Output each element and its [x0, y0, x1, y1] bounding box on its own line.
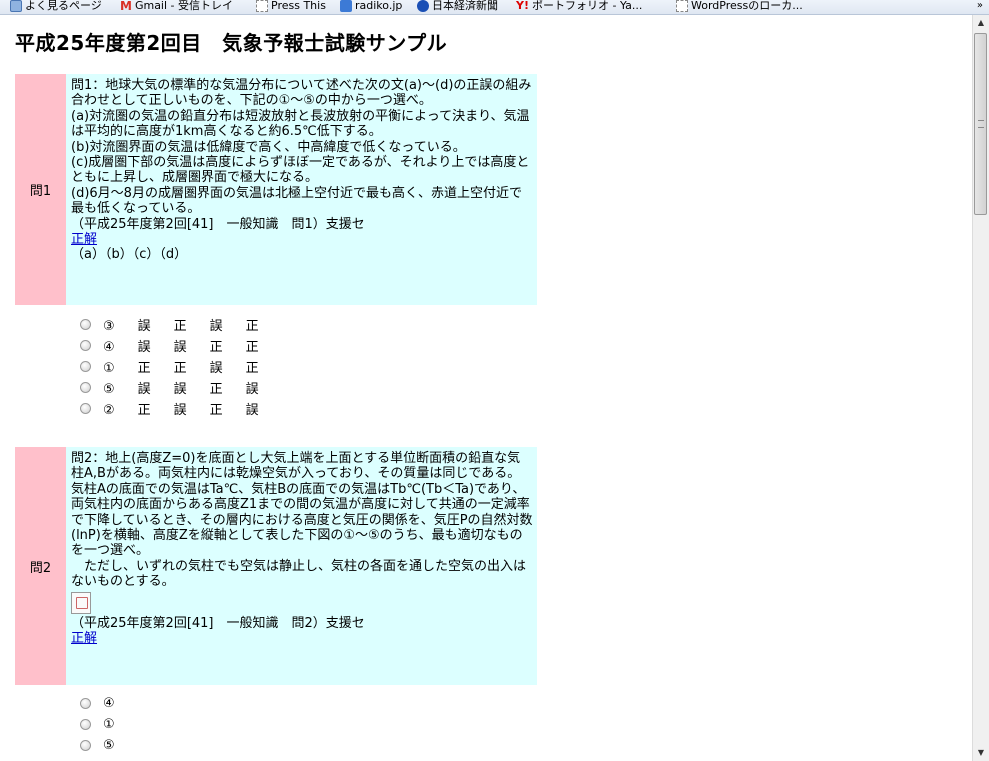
radio-button[interactable] [80, 319, 91, 330]
radio-button[interactable] [80, 403, 91, 414]
chevron-more-icon[interactable]: » [977, 0, 983, 12]
choice-group-1: ③ 誤 正 誤 正 ④ 誤 誤 正 正 ① 正 正 誤 正 ⑤ 誤 誤 正 誤 … [80, 314, 264, 419]
page-title: 平成25年度第2回目 気象予報士試験サンプル [15, 31, 448, 55]
star-icon [10, 0, 22, 12]
bookmark-label: WordPressのローカ... [691, 0, 803, 12]
bookmark-label: radiko.jp [355, 0, 403, 12]
radio-button[interactable] [80, 340, 91, 351]
choice-option[interactable]: ② 正 誤 正 誤 [80, 398, 264, 419]
scroll-up-arrow-icon[interactable]: ▲ [973, 15, 989, 31]
radio-button[interactable] [80, 719, 91, 730]
choice-option[interactable]: ① 正 正 誤 正 [80, 356, 264, 377]
choice-label: ③ 誤 正 誤 正 [103, 319, 264, 334]
bookmark-label: Gmail - 受信トレイ [134, 0, 234, 12]
question-text: 問1：地球大気の標準的な気温分布について述べた次の文(a)〜(d)の正誤の組み合… [71, 78, 532, 109]
answer-link[interactable]: 正解 [71, 631, 97, 646]
bookmark-gmail[interactable]: M Gmail - 受信トレイ [120, 0, 233, 12]
broken-image-icon [71, 591, 91, 614]
radio-button[interactable] [80, 698, 91, 709]
choice-option[interactable]: ⑤ 誤 誤 正 誤 [80, 377, 264, 398]
page-icon [256, 0, 268, 12]
scroll-down-arrow-icon[interactable]: ▼ [973, 745, 989, 761]
choice-label: ① 正 正 誤 正 [103, 361, 264, 376]
choice-label: ④ 誤 誤 正 正 [103, 340, 264, 355]
bookmarks-bar: よく見るページ M Gmail - 受信トレイ Press This radik… [0, 0, 989, 15]
gmail-icon: M [120, 0, 132, 13]
statement-d: (d)6月〜8月の成層圏界面の気温は北極上空付近で最も高く、赤道上空付近で最も低… [71, 185, 522, 217]
choice-option[interactable]: ④ 誤 誤 正 正 [80, 335, 264, 356]
bookmark-frequent[interactable]: よく見るページ [10, 0, 102, 12]
bookmark-radiko[interactable]: radiko.jp [340, 0, 402, 12]
grip-icon [978, 120, 984, 128]
choice-label: ① [103, 717, 120, 732]
question-body: 問2：地上(高度Z=0)を底面とし大気上端を上面とする単位断面積の鉛直な気柱A,… [66, 447, 537, 685]
choice-header-row: （a）（b）（c）（d） [71, 247, 188, 263]
radio-button[interactable] [80, 382, 91, 393]
radiko-icon [340, 0, 352, 12]
question-source: （平成25年度第2回[41] 一般知識 問2）支援セ [71, 615, 365, 631]
choice-label: ⑤ 誤 誤 正 誤 [103, 382, 264, 397]
question-body: 問1：地球大気の標準的な気温分布について述べた次の文(a)〜(d)の正誤の組み合… [66, 74, 537, 305]
bookmark-label: 日本経済新聞 [432, 0, 498, 12]
bookmark-label: ポートフォリオ - Ya... [531, 0, 643, 12]
choice-option[interactable]: ① [80, 714, 120, 735]
vertical-scrollbar[interactable]: ▲ ▼ [972, 15, 989, 761]
bookmark-press-this[interactable]: Press This [256, 0, 326, 12]
statement-c: (c)成層圏下部の気温は高度によらずほぼ一定であるが、それより上では高度とともに… [71, 155, 530, 186]
choice-label: ② 正 誤 正 誤 [103, 403, 264, 418]
choice-option[interactable]: ③ 誤 正 誤 正 [80, 314, 264, 335]
question-text: 問2：地上(高度Z=0)を底面とし大気上端を上面とする単位断面積の鉛直な気柱A,… [71, 451, 533, 559]
choice-option[interactable]: ④ [80, 693, 120, 714]
choice-label: ⑤ [103, 738, 120, 753]
question-source: （平成25年度第2回[41] 一般知識 問1）支援セ [71, 216, 365, 232]
question-note: ただし、いずれの気柱でも空気は静止し、気柱の各面を通した空気の出入はないものとす… [71, 558, 527, 590]
question-label: 問1 [15, 74, 66, 305]
bookmark-label: Press This [271, 0, 326, 12]
radio-button[interactable] [80, 740, 91, 751]
question-block-2: 問2 問2：地上(高度Z=0)を底面とし大気上端を上面とする単位断面積の鉛直な気… [15, 447, 537, 685]
statement-b: (b)対流圏界面の気温は低緯度で高く、中高緯度で低くなっている。 [71, 139, 466, 155]
choice-label: ④ [103, 696, 120, 711]
statement-a: (a)対流圏の気温の鉛直分布は短波放射と長波放射の平衡によって決まり、気温は平均… [71, 108, 530, 140]
bookmark-wordpress[interactable]: WordPressのローカ... [676, 0, 803, 12]
choice-group-2: ④ ① ⑤ [80, 693, 120, 756]
page-content: 平成25年度第2回目 気象予報士試験サンプル 問1 問1：地球大気の標準的な気温… [0, 15, 972, 761]
bookmark-portfolio[interactable]: Y! ポートフォリオ - Ya... [516, 0, 642, 12]
yahoo-icon: Y! [516, 0, 529, 12]
page-icon [676, 0, 688, 12]
choice-option[interactable]: ⑤ [80, 735, 120, 756]
bookmark-label: よく見るページ [25, 0, 102, 12]
nikkei-icon [417, 0, 429, 12]
radio-button[interactable] [80, 361, 91, 372]
answer-link[interactable]: 正解 [71, 232, 97, 247]
question-label: 問2 [15, 447, 66, 685]
bookmark-nikkei[interactable]: 日本経済新聞 [417, 0, 498, 12]
scrollbar-thumb[interactable] [974, 33, 987, 215]
question-block-1: 問1 問1：地球大気の標準的な気温分布について述べた次の文(a)〜(d)の正誤の… [15, 74, 537, 305]
